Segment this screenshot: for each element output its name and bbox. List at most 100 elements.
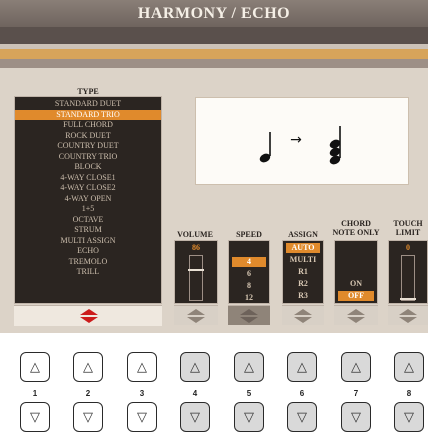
type-item[interactable]: 4-WAY CLOSE2	[15, 183, 161, 194]
type-item[interactable]: 4-WAY OPEN	[15, 194, 161, 205]
type-item[interactable]: ROCK DUET	[15, 131, 161, 142]
chord-option-selected[interactable]: OFF	[338, 291, 374, 301]
title-underbar	[0, 27, 428, 44]
harmony-notation-display: →	[196, 98, 408, 184]
band-accent	[0, 49, 428, 59]
assign-label: ASSIGN	[288, 230, 318, 239]
button-number-6: 6	[299, 389, 305, 398]
type-header: TYPE	[77, 87, 99, 96]
speed-option[interactable]: 12	[229, 293, 269, 303]
type-item[interactable]: OCTAVE	[15, 215, 161, 226]
down-button-7[interactable]: ▽	[341, 402, 371, 432]
type-item[interactable]: STRUM	[15, 225, 161, 236]
speed-panel[interactable]: 4 6 8 12	[228, 240, 270, 304]
type-scroll-control[interactable]	[14, 305, 162, 326]
chord-notes-icon	[329, 126, 341, 165]
down-button-8[interactable]: ▽	[394, 402, 424, 432]
button-number-1: 1	[32, 389, 38, 398]
red-up-arrow-icon	[80, 309, 98, 315]
assign-panel[interactable]: AUTO MULTI R1 R2 R3	[282, 240, 324, 304]
button-number-2: 2	[85, 389, 91, 398]
down-button-2[interactable]: ▽	[73, 402, 103, 432]
screen-title: HARMONY / ECHO	[0, 0, 428, 27]
chord-label-line2: NOTE ONLY	[332, 228, 380, 237]
volume-panel[interactable]: 86	[174, 240, 218, 304]
up-arrow-icon	[294, 309, 312, 315]
volume-slider-knob[interactable]	[188, 269, 204, 272]
touch-limit-panel[interactable]: 0	[388, 240, 428, 304]
down-button-3[interactable]: ▽	[127, 402, 157, 432]
up-button-7[interactable]: △	[341, 352, 371, 382]
speed-updown[interactable]	[228, 305, 270, 325]
type-item[interactable]: TRILL	[15, 267, 161, 278]
up-button-2[interactable]: △	[73, 352, 103, 382]
speed-option-selected[interactable]: 4	[232, 257, 266, 267]
type-item[interactable]: BLOCK	[15, 162, 161, 173]
band-grey	[0, 59, 428, 68]
touch-label-line2: LIMIT	[395, 228, 421, 237]
up-button-3[interactable]: △	[127, 352, 157, 382]
volume-value: 86	[192, 243, 200, 252]
up-button-1[interactable]: △	[20, 352, 50, 382]
speed-option[interactable]: 6	[229, 269, 269, 279]
type-item-selected[interactable]: STANDARD TRIO	[15, 109, 161, 120]
assign-option[interactable]: MULTI	[283, 255, 323, 265]
button-number-7: 7	[353, 389, 359, 398]
up-button-8[interactable]: △	[394, 352, 424, 382]
assign-updown[interactable]	[282, 305, 324, 325]
down-button-5[interactable]: ▽	[234, 402, 264, 432]
chord-note-only-panel[interactable]: ON OFF	[334, 240, 378, 304]
speed-option[interactable]: 8	[229, 281, 269, 291]
down-button-4[interactable]: ▽	[180, 402, 210, 432]
up-button-4[interactable]: △	[180, 352, 210, 382]
down-arrow-icon	[187, 317, 205, 323]
type-item[interactable]: COUNTRY DUET	[15, 141, 161, 152]
down-button-6[interactable]: ▽	[287, 402, 317, 432]
button-number-4: 4	[192, 389, 198, 398]
volume-label: VOLUME	[177, 230, 213, 239]
touch-limit-value: 0	[406, 243, 410, 252]
button-number-8: 8	[406, 389, 412, 398]
assign-option[interactable]: R3	[283, 291, 323, 301]
type-item[interactable]: ECHO	[15, 246, 161, 257]
chord-option-on[interactable]: ON	[335, 279, 377, 289]
type-item[interactable]: STANDARD DUET	[15, 99, 161, 110]
speed-label: SPEED	[236, 230, 262, 239]
type-item[interactable]: FULL CHORD	[15, 120, 161, 131]
up-arrow-icon	[187, 309, 205, 315]
type-item[interactable]: 4-WAY CLOSE1	[15, 173, 161, 184]
assign-option-selected[interactable]: AUTO	[286, 243, 320, 253]
assign-option[interactable]: R2	[283, 279, 323, 289]
notation-svg: →	[259, 126, 341, 165]
type-item[interactable]: 1+5	[15, 204, 161, 215]
quarter-note-icon	[259, 132, 271, 163]
button-number-3: 3	[139, 389, 145, 398]
volume-updown[interactable]	[174, 305, 218, 325]
chord-label-line1: CHORD	[341, 219, 371, 228]
volume-slider[interactable]	[188, 255, 204, 301]
touch-label-line1: TOUCH	[393, 219, 423, 228]
down-arrow-icon	[399, 317, 417, 323]
type-item[interactable]: TREMOLO	[15, 257, 161, 268]
touch-limit-updown[interactable]	[388, 305, 428, 325]
down-arrow-icon	[347, 317, 365, 323]
red-down-arrow-icon	[80, 317, 98, 323]
button-number-5: 5	[246, 389, 252, 398]
touch-limit-slider[interactable]	[400, 255, 416, 301]
chord-updown[interactable]	[334, 305, 378, 325]
type-item[interactable]: COUNTRY TRIO	[15, 152, 161, 163]
up-button-5[interactable]: △	[234, 352, 264, 382]
up-button-6[interactable]: △	[287, 352, 317, 382]
notation-arrow: →	[290, 132, 302, 148]
type-item[interactable]: MULTI ASSIGN	[15, 236, 161, 247]
assign-option[interactable]: R1	[283, 267, 323, 277]
type-list[interactable]: STANDARD DUET STANDARD TRIO FULL CHORD R…	[14, 96, 162, 304]
down-arrow-icon	[240, 317, 258, 323]
touch-limit-slider-knob[interactable]	[400, 298, 416, 300]
up-arrow-icon	[399, 309, 417, 315]
display-screen: HARMONY / ECHO TYPE STANDARD DUET STANDA…	[0, 0, 428, 333]
up-arrow-icon	[347, 309, 365, 315]
up-arrow-icon	[240, 309, 258, 315]
down-arrow-icon	[294, 317, 312, 323]
down-button-1[interactable]: ▽	[20, 402, 50, 432]
